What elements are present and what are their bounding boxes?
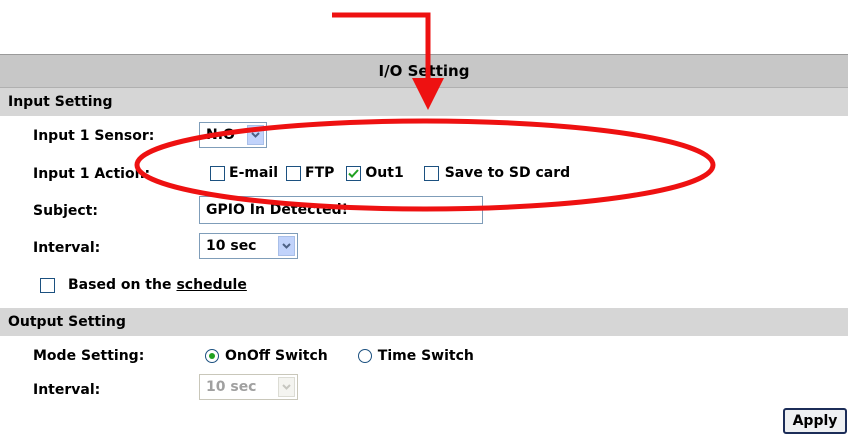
annotation-overlay	[134, 12, 716, 212]
arrow-annotation	[332, 12, 444, 110]
ellipse-annotation	[134, 118, 716, 212]
